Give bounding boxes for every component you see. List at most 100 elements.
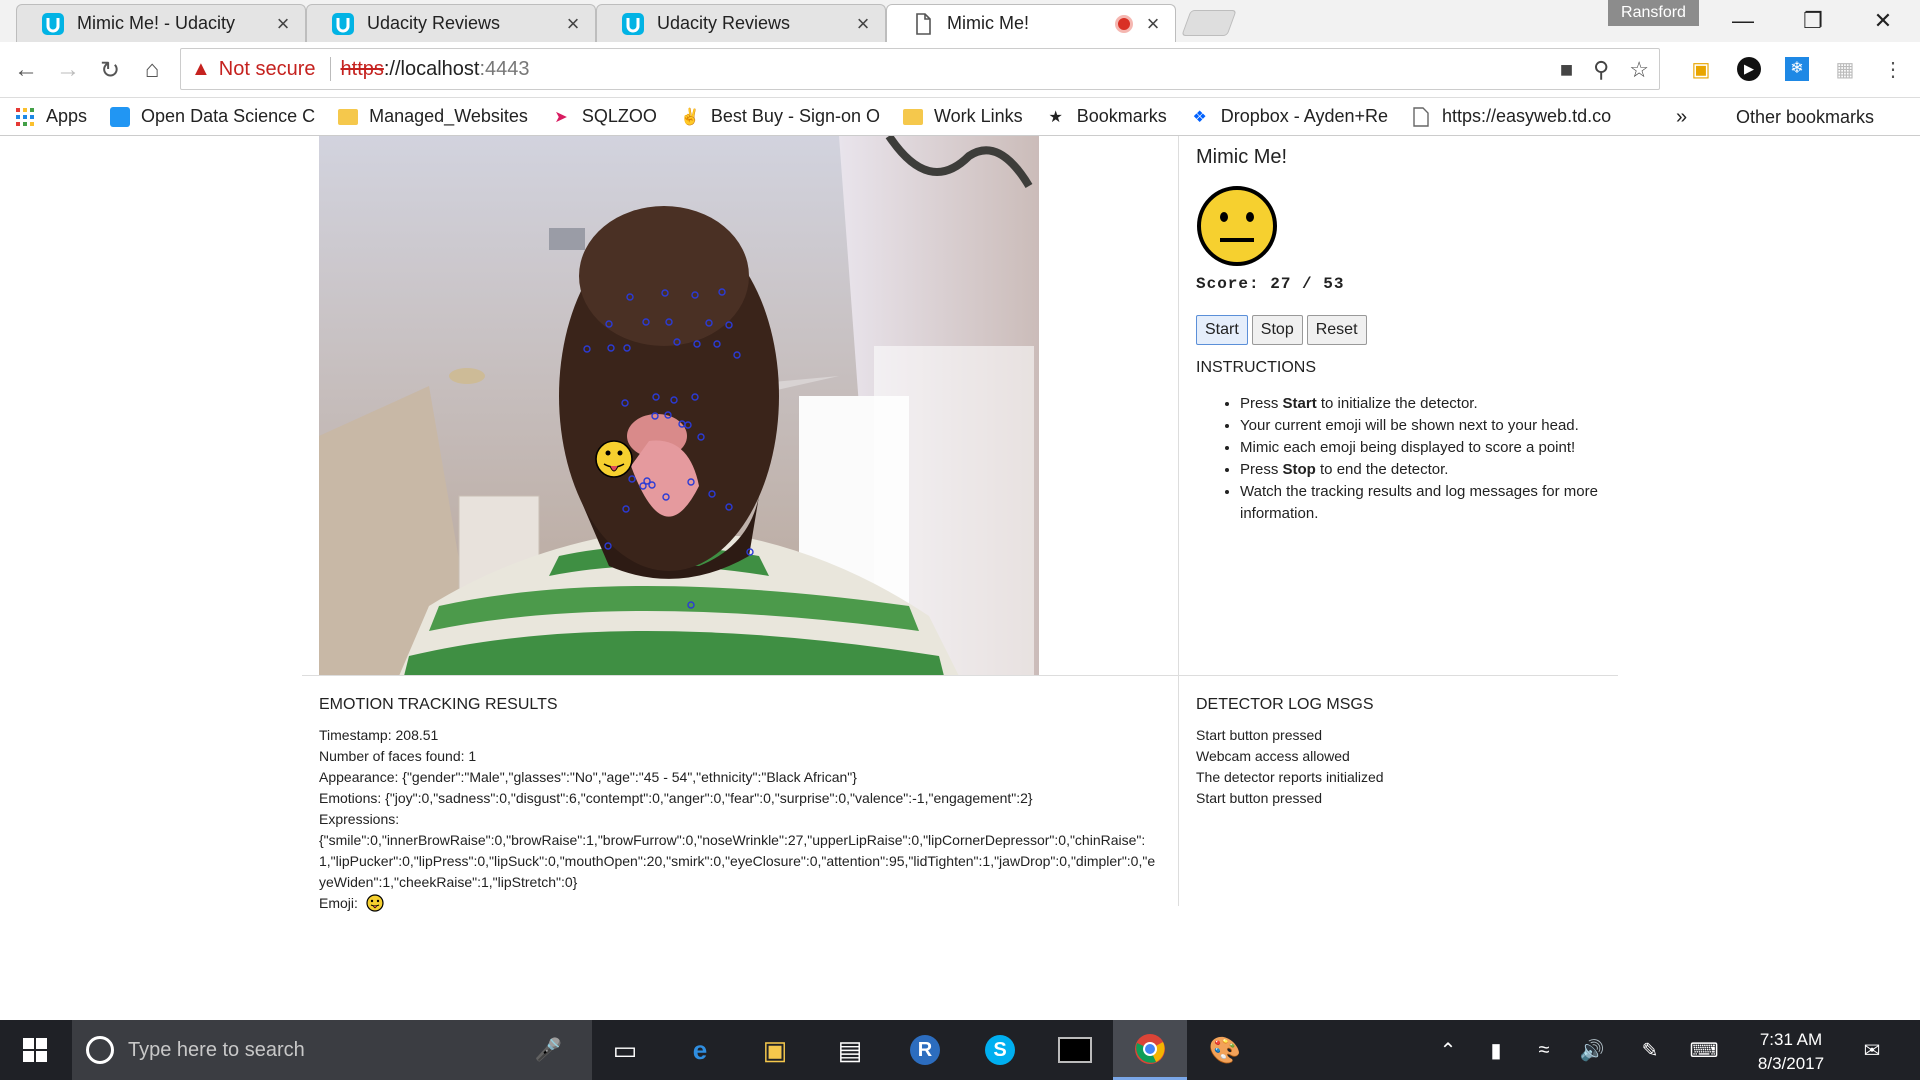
bookmark-best-buy[interactable]: ✌ Best Buy - Sign-on O — [679, 106, 880, 128]
faces-text: Number of faces found: 1 — [319, 748, 477, 764]
notifications-icon[interactable]: ✉ — [1850, 1020, 1894, 1080]
detector-log: DETECTOR LOG MSGS Start button pressed W… — [1196, 686, 1384, 809]
new-tab-button[interactable] — [1181, 10, 1237, 36]
divider — [329, 57, 331, 81]
microphone-icon[interactable]: 🎤 — [535, 1037, 562, 1063]
system-clock[interactable]: 7:31 AM 8/3/2017 — [1736, 1028, 1846, 1076]
dropbox-icon: ❖ — [1192, 108, 1207, 126]
camera-icon[interactable]: ■ — [1560, 57, 1573, 83]
back-icon[interactable]: ← — [6, 50, 46, 90]
url-host: ://localhost — [383, 57, 480, 80]
close-icon[interactable]: × — [1143, 11, 1163, 37]
home-icon[interactable]: ⌂ — [132, 50, 172, 90]
minimize-icon[interactable]: — — [1708, 0, 1778, 42]
skype-icon[interactable]: S — [963, 1020, 1037, 1080]
tab-label: Mimic Me! - Udacity — [77, 13, 236, 33]
timestamp-text: Timestamp: 208.51 — [319, 727, 439, 743]
instruction-bold: Start — [1282, 395, 1317, 412]
close-icon[interactable]: × — [853, 11, 873, 37]
address-bar[interactable]: ▲ Not secure https ://localhost :4443 ■ … — [180, 48, 1660, 90]
current-emoji-overlay — [595, 440, 633, 478]
score-display: Score: 27 / 53 — [1196, 275, 1600, 293]
store-icon[interactable]: ▤ — [813, 1020, 887, 1080]
bookmark-label: https://easyweb.td.co — [1442, 106, 1612, 126]
log-heading: DETECTOR LOG MSGS — [1196, 696, 1374, 713]
close-window-icon[interactable]: ✕ — [1848, 0, 1918, 42]
bookmark-easyweb[interactable]: https://easyweb.td.co — [1410, 106, 1611, 128]
tab-mimic-me[interactable]: Mimic Me! × — [886, 4, 1176, 42]
bookmark-work-links[interactable]: Work Links — [902, 106, 1023, 128]
volume-icon[interactable]: 🔊 — [1572, 1020, 1612, 1080]
instructions-list: Press Start to initialize the detector. … — [1240, 393, 1600, 525]
profile-button[interactable]: Ransford — [1608, 0, 1699, 26]
star-icon: ★ — [1048, 108, 1063, 126]
apps-grid-icon — [14, 106, 36, 128]
bookmark-open-data-science[interactable]: Open Data Science C — [109, 106, 315, 128]
tab-label: Mimic Me! — [947, 13, 1029, 33]
bookmark-managed-websites[interactable]: Managed_Websites — [337, 106, 528, 128]
instruction-text: to end the detector. — [1315, 461, 1449, 478]
cmd-icon[interactable] — [1038, 1020, 1112, 1080]
reset-button[interactable]: Reset — [1306, 315, 1367, 345]
instruction-text: Your current emoji will be shown next to… — [1240, 417, 1579, 434]
search-placeholder: Type here to search — [128, 1038, 305, 1061]
extension-b-icon[interactable]: ▦ — [1830, 54, 1860, 84]
extension-snowflake-icon[interactable]: ❄ — [1782, 54, 1812, 84]
reload-icon[interactable]: ↻ — [90, 50, 130, 90]
tab-udacity-reviews-1[interactable]: Udacity Reviews × — [306, 4, 596, 42]
appearance-text: Appearance: {"gender":"Male","glasses":"… — [319, 769, 857, 785]
star-icon[interactable]: ☆ — [1629, 57, 1649, 83]
log-message: Webcam access allowed — [1196, 748, 1350, 764]
windows-start-icon[interactable] — [0, 1020, 70, 1080]
r-icon[interactable]: R — [888, 1020, 962, 1080]
instruction-item: Press Stop to end the detector. — [1240, 459, 1600, 481]
extension-bus-icon[interactable]: ▣ — [1686, 54, 1716, 84]
restore-icon[interactable]: ❐ — [1778, 0, 1848, 42]
control-buttons: Start Stop Reset — [1196, 315, 1600, 345]
tab-label: Udacity Reviews — [657, 13, 791, 33]
neutral-face-icon — [1197, 186, 1277, 266]
emoji-label: Emoji: — [319, 895, 358, 911]
tab-mimic-udacity[interactable]: Mimic Me! - Udacity × — [16, 4, 306, 42]
instruction-text: Press — [1240, 395, 1283, 412]
start-button[interactable]: Start — [1196, 315, 1248, 345]
instruction-text: Press — [1240, 461, 1283, 478]
zoom-icon[interactable]: ⚲ — [1593, 57, 1609, 83]
expressions-text: {"smile":0,"innerBrowRaise":0,"browRaise… — [319, 832, 1156, 890]
menu-icon[interactable]: ⋮ — [1878, 54, 1908, 84]
bookmarks-bar: Apps Open Data Science C Managed_Website… — [0, 98, 1920, 136]
tab-udacity-reviews-2[interactable]: Udacity Reviews × — [596, 4, 886, 42]
udacity-icon — [622, 12, 644, 35]
taskbar-search[interactable]: Type here to search 🎤 — [72, 1020, 592, 1080]
log-message: Start button pressed — [1196, 790, 1323, 806]
edge-icon[interactable]: e — [663, 1020, 737, 1080]
task-view-icon[interactable]: ▭ — [588, 1020, 662, 1080]
file-explorer-icon[interactable]: ▣ — [738, 1020, 812, 1080]
chrome-icon[interactable] — [1113, 1020, 1187, 1080]
forward-icon[interactable]: → — [48, 50, 88, 90]
windows-taskbar: Type here to search 🎤 ▭ e ▣ ▤ R S 🎨 ⌃ ▮ … — [0, 1020, 1920, 1080]
bookmark-apps[interactable]: Apps — [14, 106, 87, 128]
stop-button[interactable]: Stop — [1251, 315, 1303, 345]
bookmark-dropbox[interactable]: ❖ Dropbox - Ayden+Re — [1189, 106, 1388, 128]
bookmark-bookmarks[interactable]: ★ Bookmarks — [1045, 106, 1167, 128]
extension-play-icon[interactable]: ▶ — [1734, 54, 1764, 84]
bookmark-sqlzoo[interactable]: ➤ SQLZOO — [550, 106, 657, 128]
close-icon[interactable]: × — [563, 11, 583, 37]
security-label[interactable]: Not secure — [219, 58, 316, 81]
close-icon[interactable]: × — [273, 11, 293, 37]
best-buy-icon: ✌ — [679, 108, 700, 126]
instruction-item: Watch the tracking results and log messa… — [1240, 481, 1600, 525]
pen-icon[interactable]: ✎ — [1630, 1020, 1670, 1080]
keyboard-icon[interactable]: ⌨ — [1682, 1020, 1726, 1080]
bookmarks-overflow[interactable]: » — [1676, 98, 1687, 136]
battery-icon[interactable]: ▮ — [1476, 1020, 1516, 1080]
wifi-icon[interactable]: ≈ — [1524, 1020, 1564, 1080]
paint-icon[interactable]: 🎨 — [1188, 1020, 1262, 1080]
bookmark-label: Other bookmarks — [1736, 106, 1875, 127]
instruction-item: Press Start to initialize the detector. — [1240, 393, 1600, 415]
udacity-icon — [42, 12, 64, 35]
bookmark-other[interactable]: Other bookmarks — [1726, 98, 1874, 136]
show-hidden-icons[interactable]: ⌃ — [1428, 1020, 1468, 1080]
tongue-face-icon — [366, 894, 384, 912]
